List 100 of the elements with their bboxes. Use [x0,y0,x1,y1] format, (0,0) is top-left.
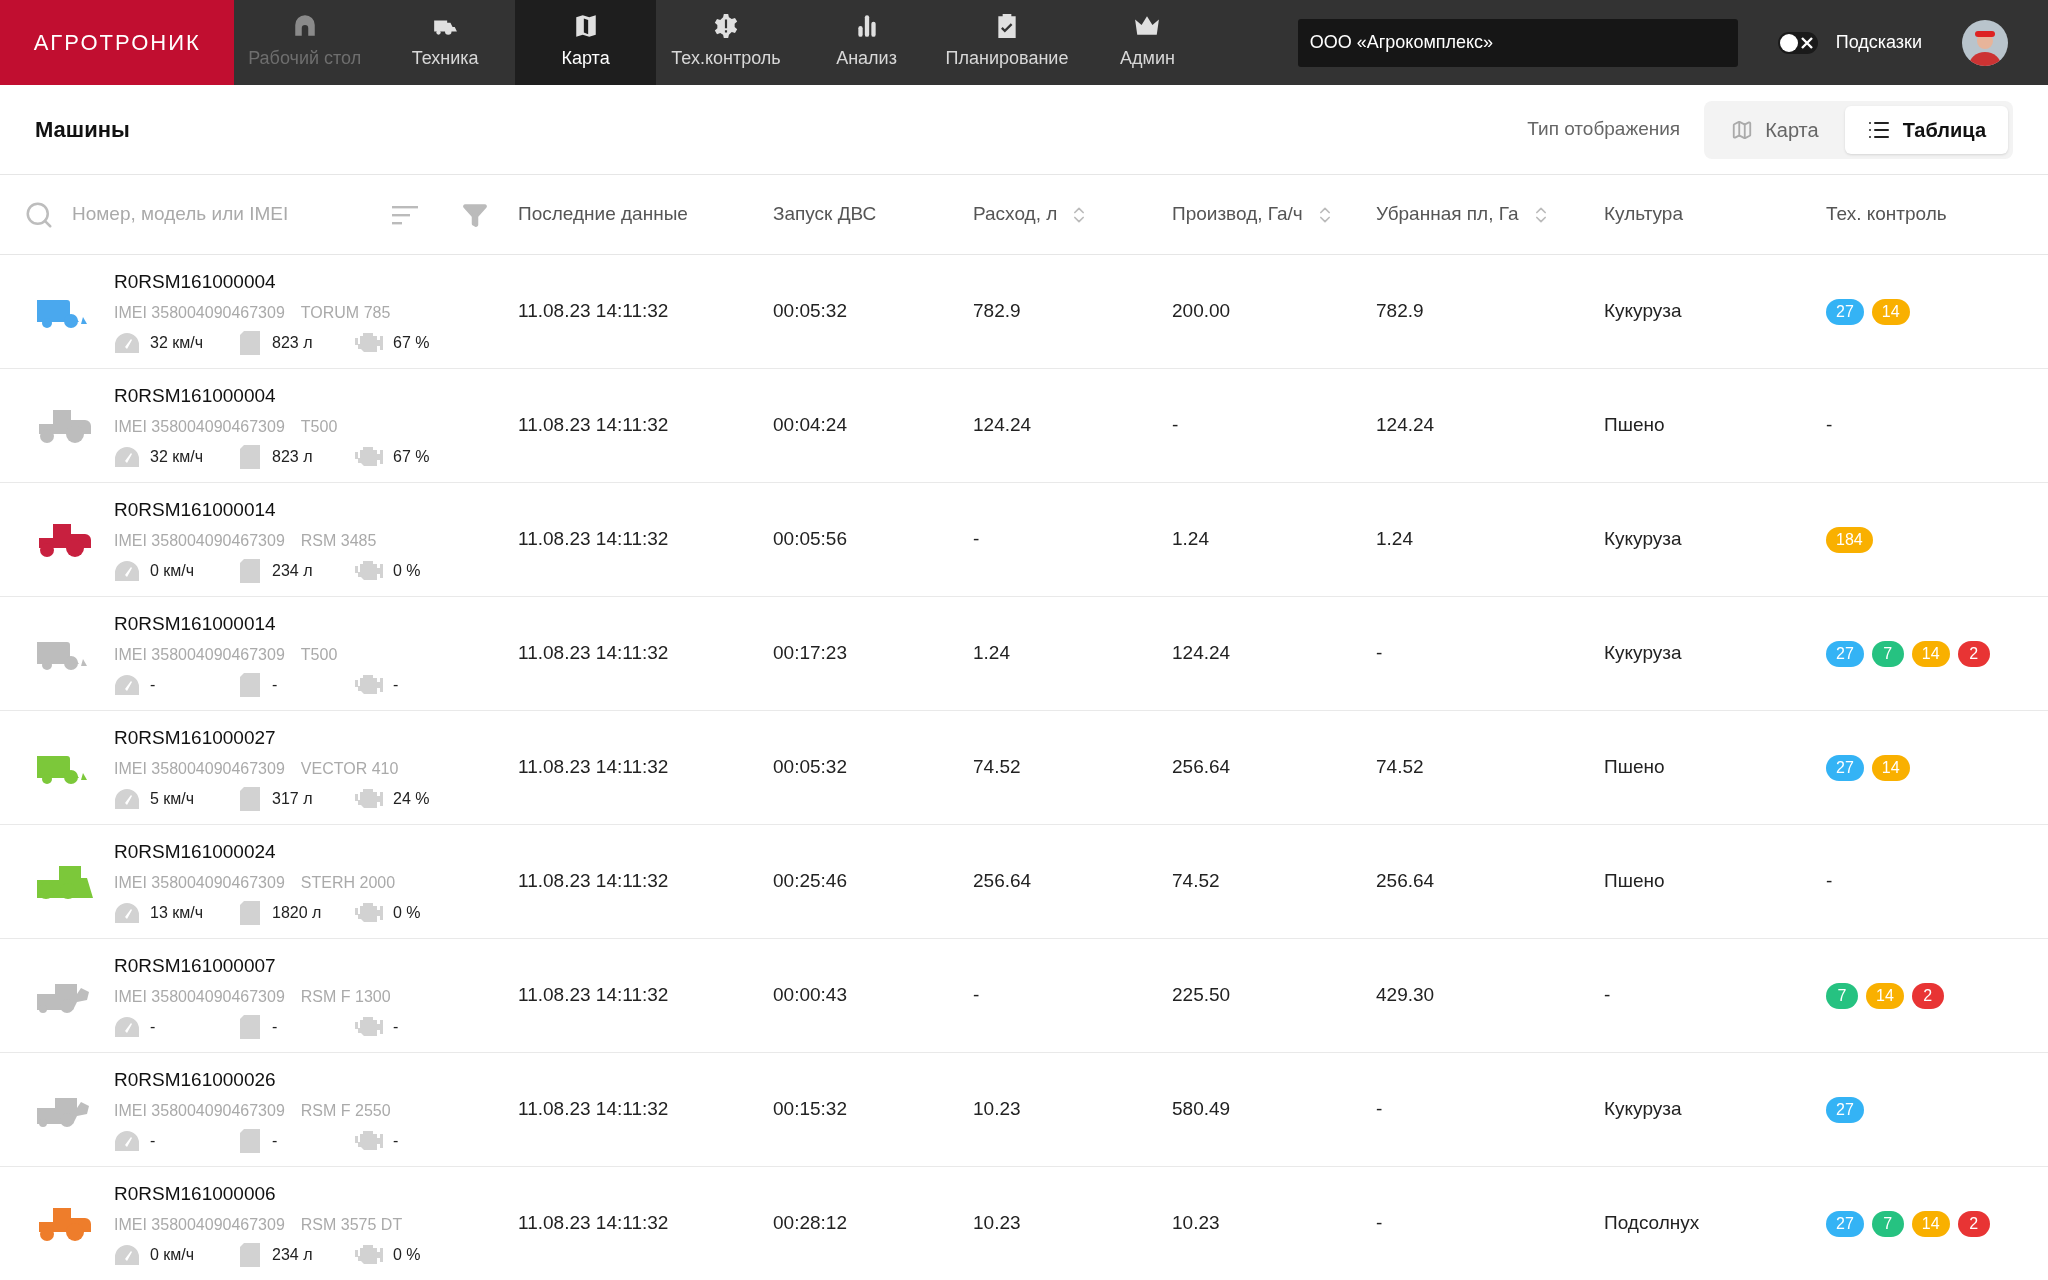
hints-toggle[interactable] [1777,31,1818,54]
nav-tab[interactable]: Админ [1077,0,1218,85]
table-cell-text: - [1376,1097,1383,1122]
machine-number: R0RSM161000024 [114,840,277,865]
count-badge[interactable]: 7 [1871,1210,1904,1237]
machine-number: R0RSM161000007 [114,954,277,979]
table-cell-text: 74.52 [1376,755,1424,780]
machine-number: R0RSM161000006 [114,1182,277,1207]
count-badge[interactable]: 7 [1826,982,1858,1009]
speedometer-icon [114,559,140,582]
column-header[interactable]: Убранная пл, Га [1376,200,1551,229]
table-cell-text: 782.9 [1376,299,1424,324]
table-cell-text: 11.08.23 14:11:32 [518,869,669,894]
table-cell-text: Кукуруза [1604,641,1682,666]
fuel-can-icon [240,558,260,583]
column-header[interactable]: Культура [1604,200,1683,229]
fuel-can-icon [240,1128,260,1153]
close-icon [1800,36,1813,49]
imei-text: IMEI 358004090467309 [114,1100,285,1121]
table-cell-text: 11.08.23 14:11:32 [518,1211,669,1236]
imei-text: IMEI 358004090467309 [114,530,285,551]
imei-text: IMEI 358004090467309 [114,644,285,665]
table-cell-text: 74.52 [973,755,1021,780]
nav-tab[interactable]: Планирование [936,0,1078,85]
machine-number: R0RSM161000014 [114,612,277,637]
table-cell-text: Кукуруза [1604,299,1682,324]
table-cell-text: Подсолнух [1604,1211,1700,1236]
model-text: RSM F 1300 [300,986,391,1007]
nav-tab[interactable]: Тех.контроль [655,0,797,85]
engine-icon [355,559,383,582]
nav-tab[interactable]: Техника [374,0,516,85]
view-option[interactable]: Карта [1709,105,1841,154]
nav-tab[interactable]: Анализ [796,0,937,85]
fuel-value: - [272,1130,278,1151]
column-header[interactable]: Запуск ДВС [773,200,877,229]
table-cell-text: 11.08.23 14:11:32 [518,1097,669,1122]
table-cell-text: 11.08.23 14:11:32 [518,299,669,324]
table-cell-text: 124.24 [1376,413,1435,438]
engine-load-value: 0 % [393,1244,421,1265]
table-cell-text: 200.00 [1172,299,1231,324]
count-badge[interactable]: 27 [1826,754,1864,781]
nav-tab[interactable]: Карта [515,0,656,85]
table-cell-text: - [1826,413,1833,438]
engine-icon [355,901,383,924]
count-badge[interactable]: 27 [1826,1210,1864,1237]
engine-load-value: 24 % [393,788,430,809]
table-cell-text: 1.24 [1376,527,1413,552]
column-header[interactable]: Расход, л [973,200,1090,229]
table-cell-text: 74.52 [1172,869,1220,894]
table-cell-text: 10.23 [973,1097,1021,1122]
count-badge[interactable]: 2 [1957,1210,1990,1237]
speedometer-icon [114,787,140,810]
model-text: VECTOR 410 [300,758,399,779]
table-cell-text: 11.08.23 14:11:32 [518,983,669,1008]
count-badge[interactable]: 2 [1957,640,1990,667]
count-badge[interactable]: 7 [1871,640,1904,667]
table-cell-text: 00:05:32 [773,755,847,780]
engine-load-value: 0 % [393,902,421,923]
count-badge[interactable]: 27 [1826,1096,1864,1123]
table-cell-text: 124.24 [973,413,1032,438]
speed-value: - [150,1016,156,1037]
table-cell-text: 10.23 [973,1211,1021,1236]
column-header[interactable]: Последние данные [518,200,688,229]
fuel-can-icon [240,786,260,811]
engine-icon [355,1015,383,1038]
model-text: RSM 3485 [300,530,377,551]
engine-load-value: 0 % [393,560,421,581]
count-badge[interactable]: 2 [1911,982,1944,1009]
harvester-icon [35,863,93,900]
table-cell-text: - [1604,983,1611,1008]
table-cell-text: Кукуруза [1604,1097,1682,1122]
view-option[interactable]: Таблица [1844,105,2008,154]
table-cell-text: 256.64 [1172,755,1231,780]
column-header[interactable]: Тех. контроль [1826,200,1947,229]
count-badge[interactable]: 27 [1826,298,1864,325]
table-cell-text: 11.08.23 14:11:32 [518,755,669,780]
speedometer-icon [114,331,140,354]
speedometer-icon [114,901,140,924]
imei-text: IMEI 358004090467309 [114,302,285,323]
brand-logo[interactable]: АГРОТРОНИК [0,0,235,85]
search-field[interactable]: Номер, модель или IMEI [72,200,352,229]
model-text: RSM F 2550 [300,1100,391,1121]
speedometer-icon [114,1243,140,1266]
imei-text: IMEI 358004090467309 [114,1214,285,1235]
table-cell-text: 00:00:43 [773,983,847,1008]
machine-number: R0RSM161000004 [114,270,277,295]
count-badge[interactable]: 27 [1826,640,1864,667]
company-field[interactable]: ООО «Агрокомплекс» [1297,18,1738,67]
table-cell-text: - [1376,641,1383,666]
table-cell-text: 00:15:32 [773,1097,847,1122]
speedometer-icon [114,1015,140,1038]
table-cell-text: 11.08.23 14:11:32 [518,527,669,552]
table-cell-text: 256.64 [973,869,1032,894]
table-cell-text: Кукуруза [1604,527,1682,552]
table-cell-text: 00:04:24 [773,413,847,438]
column-header[interactable]: Производ, Га/ч [1172,200,1335,229]
table-cell-text: 429.30 [1376,983,1435,1008]
table-cell-text: - [1172,413,1179,438]
engine-icon [355,445,383,468]
model-text: TORUM 785 [300,302,391,323]
